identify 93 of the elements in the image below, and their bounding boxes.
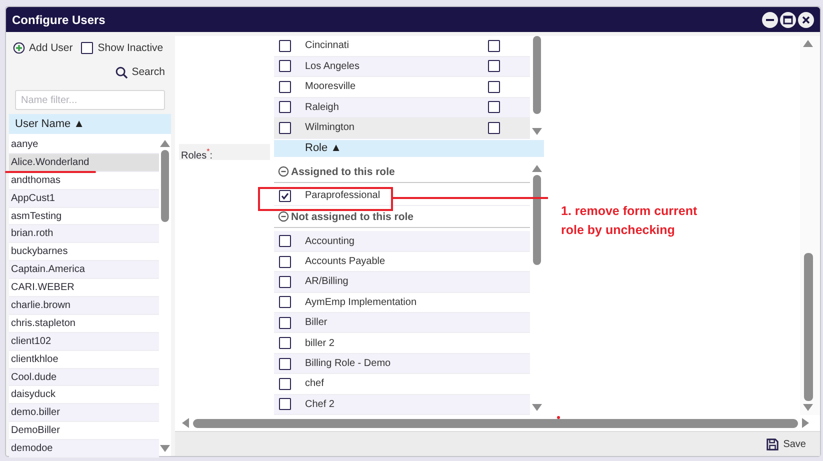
location-name: Mooresville xyxy=(304,81,357,92)
checkbox[interactable] xyxy=(488,60,500,72)
scroll-down-icon[interactable] xyxy=(160,445,170,453)
role-name: Accounts Payable xyxy=(304,256,386,268)
checkbox[interactable] xyxy=(279,398,291,410)
scroll-up-icon[interactable] xyxy=(160,139,170,147)
role-name: chef xyxy=(304,378,324,390)
checkbox[interactable] xyxy=(279,337,291,350)
role-name: Chef 2 xyxy=(304,398,334,410)
checkbox[interactable] xyxy=(279,276,291,288)
user-row[interactable]: AppCust1 xyxy=(9,190,159,208)
user-row[interactable]: asmTesting xyxy=(9,208,159,226)
name-filter-field[interactable]: Name filter... xyxy=(15,90,165,110)
search-icon xyxy=(114,66,128,78)
location-row[interactable]: Wilmington xyxy=(274,118,530,138)
role-header[interactable]: Role ▲ xyxy=(305,142,342,154)
annotation-dot xyxy=(557,416,560,419)
location-name: Cincinnati xyxy=(304,40,350,52)
role-row[interactable]: Accounting xyxy=(274,231,530,252)
column-header[interactable]: Role ▲ xyxy=(274,140,544,158)
scrollbar-thumb[interactable] xyxy=(193,418,798,428)
role-name: Paraprofessional xyxy=(304,190,380,202)
role-name: AR/Billing xyxy=(304,276,348,288)
checkbox[interactable] xyxy=(279,80,291,93)
user-row[interactable]: demodoe xyxy=(9,440,159,458)
collapse-icon[interactable] xyxy=(278,166,289,178)
checkbox[interactable] xyxy=(279,316,291,329)
checkbox[interactable] xyxy=(279,378,291,390)
user-row[interactable]: brian.roth xyxy=(9,225,159,244)
group-title: Not assigned to this role xyxy=(291,210,414,223)
scroll-right-icon[interactable] xyxy=(802,418,810,428)
location-row[interactable]: Los Angeles xyxy=(274,56,530,77)
close-icon[interactable] xyxy=(798,12,814,28)
role-name: Biller xyxy=(304,317,328,328)
checkbox[interactable] xyxy=(488,40,500,52)
checkbox[interactable] xyxy=(488,80,500,93)
add-user-button[interactable]: Add User xyxy=(13,42,73,54)
user-row[interactable]: client102 xyxy=(9,332,159,351)
minimize-icon[interactable] xyxy=(762,12,778,28)
user-row[interactable]: clientkhloe xyxy=(9,350,159,369)
scrollbar-thumb[interactable] xyxy=(161,150,169,222)
scroll-down-icon[interactable] xyxy=(803,404,813,412)
role-name: biller 2 xyxy=(304,338,334,349)
location-name: Raleigh xyxy=(304,102,340,113)
role-row[interactable]: AymEmp Implementation xyxy=(274,292,530,314)
scroll-down-icon[interactable] xyxy=(532,128,542,136)
scroll-left-icon[interactable] xyxy=(181,418,189,428)
scroll-up-icon[interactable] xyxy=(803,39,813,47)
role-name: Billing Role - Demo xyxy=(304,358,391,370)
user-row[interactable]: charlie.brown xyxy=(9,297,159,315)
location-name: Wilmington xyxy=(304,122,356,134)
roles-label: Roles$^{*}$: xyxy=(179,144,270,160)
checkbox[interactable] xyxy=(279,60,291,72)
add-icon xyxy=(13,42,25,54)
group-title: Assigned to this role xyxy=(291,166,395,178)
checkbox[interactable] xyxy=(279,296,291,308)
checkbox[interactable] xyxy=(488,101,500,114)
location-row[interactable]: Raleigh xyxy=(274,98,530,118)
checkbox[interactable] xyxy=(279,256,291,268)
collapse-icon[interactable] xyxy=(278,211,289,222)
checkbox[interactable] xyxy=(80,42,93,54)
user-row[interactable]: demo.biller xyxy=(9,404,159,422)
checkbox[interactable] xyxy=(279,358,291,370)
role-name: Accounting xyxy=(304,236,354,247)
save-button[interactable]: Save xyxy=(764,436,808,452)
checkbox[interactable] xyxy=(279,235,291,248)
scroll-down-icon[interactable] xyxy=(532,404,542,412)
scrollbar-thumb[interactable] xyxy=(804,253,812,401)
show-inactive-label: Show Inactive xyxy=(98,42,164,54)
search-button[interactable]: Search xyxy=(114,66,165,78)
checkbox[interactable] xyxy=(279,101,291,114)
location-name: Los Angeles xyxy=(304,60,360,72)
user-row[interactable]: Alice.Wonderland xyxy=(9,154,159,172)
scrollbar-thumb[interactable] xyxy=(533,175,541,266)
user-row[interactable]: Cool.dude xyxy=(9,368,159,386)
save-icon xyxy=(766,438,780,450)
scroll-up-icon[interactable] xyxy=(532,164,542,172)
role-row[interactable]: AR/Billing xyxy=(274,272,530,293)
role-row[interactable]: Biller xyxy=(274,313,530,334)
maximize-icon[interactable] xyxy=(780,12,796,28)
window-title: Configure Users xyxy=(12,12,106,26)
user-row[interactable]: Captain.America xyxy=(9,261,159,280)
role-name: AymEmp Implementation xyxy=(304,296,417,308)
checkbox[interactable] xyxy=(279,40,291,52)
scrollbar-thumb[interactable] xyxy=(533,36,541,114)
role-row[interactable]: Billing Role - Demo xyxy=(274,354,530,374)
annotation-note: 1. remove form current role by unchecking xyxy=(561,203,698,239)
checkbox[interactable] xyxy=(279,190,291,202)
column-header[interactable]: User Name ▲ xyxy=(9,114,171,134)
checkbox[interactable] xyxy=(279,122,291,134)
checkbox[interactable] xyxy=(488,122,500,134)
role-row[interactable]: Chef 2 xyxy=(274,394,530,415)
user-name-header[interactable]: User Name ▲ xyxy=(15,118,85,130)
